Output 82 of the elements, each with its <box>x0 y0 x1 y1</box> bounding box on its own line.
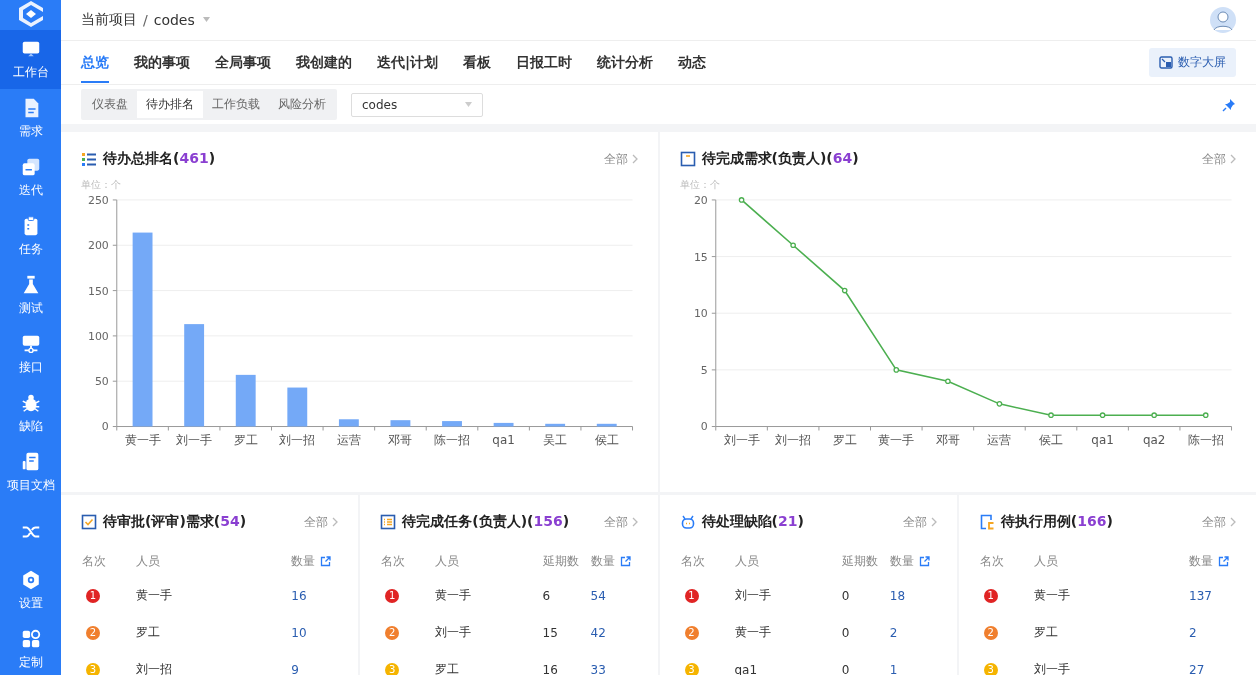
card-title: 待执行用例(166) <box>1000 513 1113 531</box>
rank-badge: 1 <box>385 588 400 603</box>
x-axis-label: 黄一手 <box>877 433 914 448</box>
column-header: 数量 <box>590 552 615 570</box>
column-header: 名次 <box>979 553 1004 568</box>
column-header: 人员 <box>734 553 759 568</box>
table-cell: 罗工 <box>435 662 460 675</box>
rank-badge: 3 <box>983 662 998 675</box>
x-axis-label: 侯工 <box>1038 433 1063 448</box>
table-cell: 黄一手 <box>1033 588 1070 602</box>
y-tick-label: 20 <box>693 193 708 207</box>
rank-badge: 1 <box>684 588 699 603</box>
x-axis-label: 刘一招 <box>279 433 316 448</box>
x-axis-label: 邓哥 <box>388 433 413 448</box>
x-axis-label: qa1 <box>492 433 515 448</box>
x-axis-label: 黄一手 <box>124 433 161 448</box>
column-header: 数量 <box>1189 552 1213 570</box>
x-axis-label: 邓哥 <box>935 433 960 448</box>
table-cell: 刘一手 <box>1033 662 1070 675</box>
x-axis-label: 刘一手 <box>176 433 213 448</box>
y-tick-label: 15 <box>693 250 708 264</box>
table-cell: 0 <box>841 588 850 603</box>
table-cell: 0 <box>841 625 850 640</box>
column-header: 延期数 <box>542 553 579 568</box>
x-axis-label: 罗工 <box>233 433 258 448</box>
rank-badge: 2 <box>86 625 100 640</box>
table-cell: 15 <box>542 625 558 640</box>
table-cell: 刘一手 <box>435 625 472 639</box>
column-header: 数量 <box>889 552 914 570</box>
table-cell: 罗工 <box>136 625 160 639</box>
table-cell: 黄一手 <box>435 588 472 602</box>
rank-badge: 2 <box>983 625 998 640</box>
table-cell: 罗工 <box>1033 625 1058 639</box>
table-cell: 刘一手 <box>734 588 771 602</box>
table-cell: 刘一招 <box>136 662 172 675</box>
x-axis-label: 运营 <box>986 433 1011 448</box>
rank-badge: 1 <box>983 588 998 603</box>
y-tick-label: 150 <box>87 284 109 298</box>
x-axis-label: 吴工 <box>543 433 568 448</box>
breadcrumb-separator: / <box>143 11 148 28</box>
column-header: 数量 <box>291 552 316 570</box>
x-axis-label: 侯工 <box>594 433 619 448</box>
column-header: 延期数 <box>841 553 878 568</box>
rank-badge: 3 <box>86 662 100 675</box>
rank-badge: 2 <box>684 625 699 640</box>
column-header: 名次 <box>680 553 705 568</box>
table-cell: 16 <box>542 662 558 675</box>
x-axis-label: qa2 <box>1142 433 1165 448</box>
x-axis-label: 陈一招 <box>434 433 470 448</box>
y-tick-label: 0 <box>700 420 708 434</box>
y-tick-label: 0 <box>101 420 109 434</box>
column-header: 名次 <box>82 553 106 568</box>
x-axis-label: 刘一招 <box>774 433 811 448</box>
rank-badge: 2 <box>385 625 400 640</box>
y-tick-label: 5 <box>700 363 708 377</box>
table-cell: 黄一手 <box>734 625 771 639</box>
y-tick-label: 100 <box>87 329 109 343</box>
breadcrumb-label: 当前项目 <box>81 10 137 29</box>
x-axis-label: 运营 <box>336 433 361 448</box>
card-title: 待完成任务(负责人)(156) <box>402 513 570 531</box>
rank-badge: 3 <box>385 662 400 675</box>
table-cell: 0 <box>841 662 850 675</box>
y-tick-label: 250 <box>87 193 109 207</box>
x-axis-label: 陈一招 <box>1187 433 1224 448</box>
rank-badge: 1 <box>86 588 100 603</box>
card-title: 待处理缺陷(21) <box>701 513 804 531</box>
table-cell: 6 <box>542 588 551 603</box>
card-title: 待办总排名(461) <box>103 150 216 168</box>
table-cell: 黄一手 <box>136 588 172 602</box>
y-tick-label: 200 <box>87 239 109 253</box>
y-tick-label: 50 <box>94 375 109 389</box>
column-header: 人员 <box>136 553 160 568</box>
column-header: 人员 <box>1033 553 1058 568</box>
card-title: 待审批(评审)需求(54) <box>103 513 247 531</box>
column-header: 人员 <box>435 553 460 568</box>
x-axis-label: 罗工 <box>832 433 857 448</box>
y-tick-label: 10 <box>693 307 708 321</box>
rank-badge: 3 <box>684 662 699 675</box>
x-axis-label: 刘一手 <box>723 433 760 448</box>
x-axis-label: qa1 <box>1090 433 1114 448</box>
column-header: 名次 <box>381 553 406 568</box>
card-title: 待完成需求(负责人)(64) <box>701 150 859 168</box>
